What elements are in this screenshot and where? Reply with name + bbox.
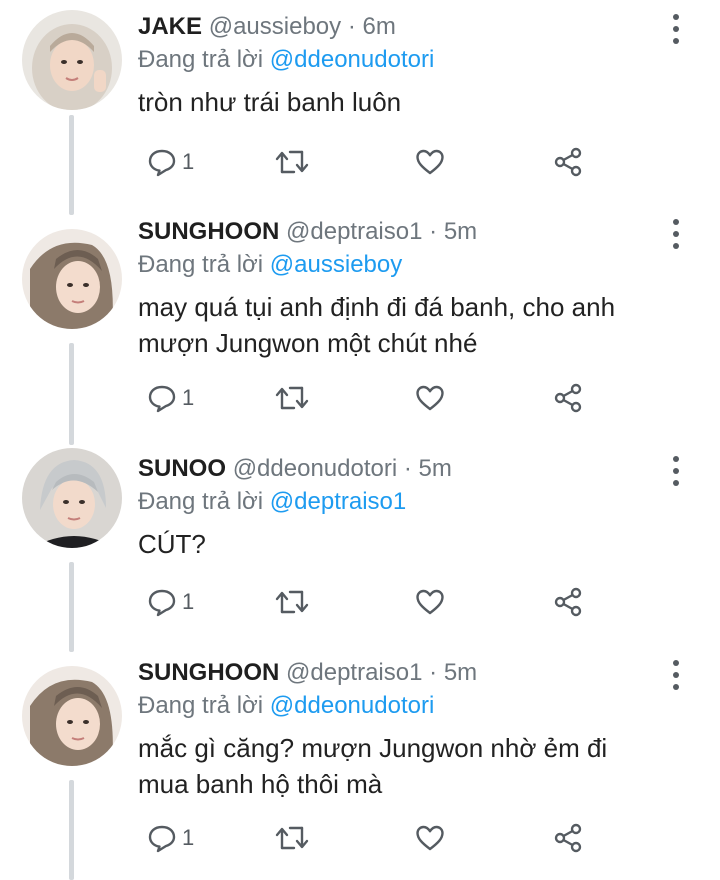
tweet-text: mắc gì căng? mượn Jungwon nhờ ẻm đi mua … xyxy=(138,733,608,799)
reply-button[interactable]: 1 xyxy=(146,142,194,182)
display-name[interactable]: SUNGHOON xyxy=(138,218,279,245)
like-button[interactable] xyxy=(414,142,446,182)
reply-count: 1 xyxy=(182,149,195,174)
replying-to-label: Đang trả lời xyxy=(138,692,264,719)
retweet-button[interactable] xyxy=(274,142,310,182)
timestamp[interactable]: 5m xyxy=(444,218,477,245)
share-button[interactable] xyxy=(552,818,584,858)
more-vertical-icon[interactable] xyxy=(672,219,680,249)
tweet-text: may quá tụi anh định đi đá banh, cho anh… xyxy=(138,292,616,358)
avatar[interactable] xyxy=(22,229,122,329)
share-icon xyxy=(554,147,582,177)
display-name[interactable]: SUNGHOON xyxy=(138,659,279,686)
tweet[interactable]: SUNGHOON @deptraiso1 · 5m Đang trả lời @… xyxy=(0,646,720,880)
comment-icon xyxy=(148,385,176,413)
retweet-icon xyxy=(275,590,309,614)
comment-icon xyxy=(148,825,176,853)
reply-button[interactable]: 1 xyxy=(146,582,194,622)
separator-dot: · xyxy=(429,659,438,686)
mention-link[interactable]: @aussieboy xyxy=(270,251,402,278)
reply-count: 1 xyxy=(182,385,195,410)
tweet[interactable]: JAKE @aussieboy · 6m Đang trả lời @ddeon… xyxy=(0,0,720,215)
replying-to: Đang trả lời @aussieboy xyxy=(138,249,660,281)
retweet-icon xyxy=(275,386,309,410)
mention-link[interactable]: @ddeonudotori xyxy=(270,46,434,73)
tweet-header: SUNOO @ddeonudotori · 5m xyxy=(138,454,660,484)
replying-to: Đang trả lời @ddeonudotori xyxy=(138,690,660,722)
replying-to-label: Đang trả lời xyxy=(138,46,264,73)
tweet-header: SUNGHOON @deptraiso1 · 5m xyxy=(138,217,660,247)
tweet-header: JAKE @aussieboy · 6m xyxy=(138,12,660,42)
display-name[interactable]: JAKE xyxy=(138,13,202,40)
heart-icon xyxy=(416,385,444,411)
like-button[interactable] xyxy=(414,378,446,418)
replying-to-label: Đang trả lời xyxy=(138,251,264,278)
thread-connector xyxy=(69,115,74,215)
reply-count: 1 xyxy=(182,589,195,614)
timestamp[interactable]: 5m xyxy=(419,455,452,482)
share-icon xyxy=(554,383,582,413)
share-icon xyxy=(554,823,582,853)
retweet-button[interactable] xyxy=(274,582,310,622)
separator-dot: · xyxy=(347,13,356,40)
replying-to: Đang trả lời @ddeonudotori xyxy=(138,44,660,76)
reply-button[interactable]: 1 xyxy=(146,818,194,858)
share-button[interactable] xyxy=(552,378,584,418)
more-vertical-icon[interactable] xyxy=(672,456,680,486)
reply-button[interactable]: 1 xyxy=(146,378,194,418)
mention-link[interactable]: @ddeonudotori xyxy=(270,692,434,719)
share-button[interactable] xyxy=(552,142,584,182)
separator-dot: · xyxy=(429,218,438,245)
tweet-text: CÚT? xyxy=(138,529,206,559)
timestamp[interactable]: 6m xyxy=(362,13,395,40)
share-icon xyxy=(554,587,582,617)
like-button[interactable] xyxy=(414,818,446,858)
retweet-icon xyxy=(275,826,309,850)
action-bar: 1 xyxy=(138,582,680,622)
user-handle[interactable]: @deptraiso1 xyxy=(286,659,422,686)
separator-dot: · xyxy=(403,455,412,482)
more-vertical-icon[interactable] xyxy=(672,660,680,690)
avatar[interactable] xyxy=(22,10,122,110)
action-bar: 1 xyxy=(138,818,680,858)
retweet-button[interactable] xyxy=(274,818,310,858)
tweet-text: tròn như trái banh luôn xyxy=(138,87,402,117)
user-handle[interactable]: @ddeonudotori xyxy=(233,455,397,482)
more-vertical-icon[interactable] xyxy=(672,14,680,44)
retweet-icon xyxy=(275,150,309,174)
avatar[interactable] xyxy=(22,448,122,548)
timestamp[interactable]: 5m xyxy=(444,659,477,686)
like-button[interactable] xyxy=(414,582,446,622)
heart-icon xyxy=(416,825,444,851)
heart-icon xyxy=(416,589,444,615)
avatar[interactable] xyxy=(22,666,122,766)
tweet[interactable]: SUNOO @ddeonudotori · 5m Đang trả lời @d… xyxy=(0,442,720,652)
reply-count: 1 xyxy=(182,825,195,850)
thread-connector xyxy=(69,780,74,880)
heart-icon xyxy=(416,149,444,175)
comment-icon xyxy=(148,149,176,177)
user-handle[interactable]: @aussieboy xyxy=(209,13,341,40)
mention-link[interactable]: @deptraiso1 xyxy=(270,488,406,515)
thread-connector xyxy=(69,562,74,652)
retweet-button[interactable] xyxy=(274,378,310,418)
comment-icon xyxy=(148,589,176,617)
tweet[interactable]: SUNGHOON @deptraiso1 · 5m Đang trả lời @… xyxy=(0,205,720,445)
action-bar: 1 xyxy=(138,142,680,182)
thread-connector xyxy=(69,343,74,445)
replying-to-label: Đang trả lời xyxy=(138,488,264,515)
action-bar: 1 xyxy=(138,378,680,418)
tweet-header: SUNGHOON @deptraiso1 · 5m xyxy=(138,658,660,688)
share-button[interactable] xyxy=(552,582,584,622)
user-handle[interactable]: @deptraiso1 xyxy=(286,218,422,245)
replying-to: Đang trả lời @deptraiso1 xyxy=(138,486,660,518)
display-name[interactable]: SUNOO xyxy=(138,455,226,482)
reply-thread: JAKE @aussieboy · 6m Đang trả lời @ddeon… xyxy=(0,0,720,880)
